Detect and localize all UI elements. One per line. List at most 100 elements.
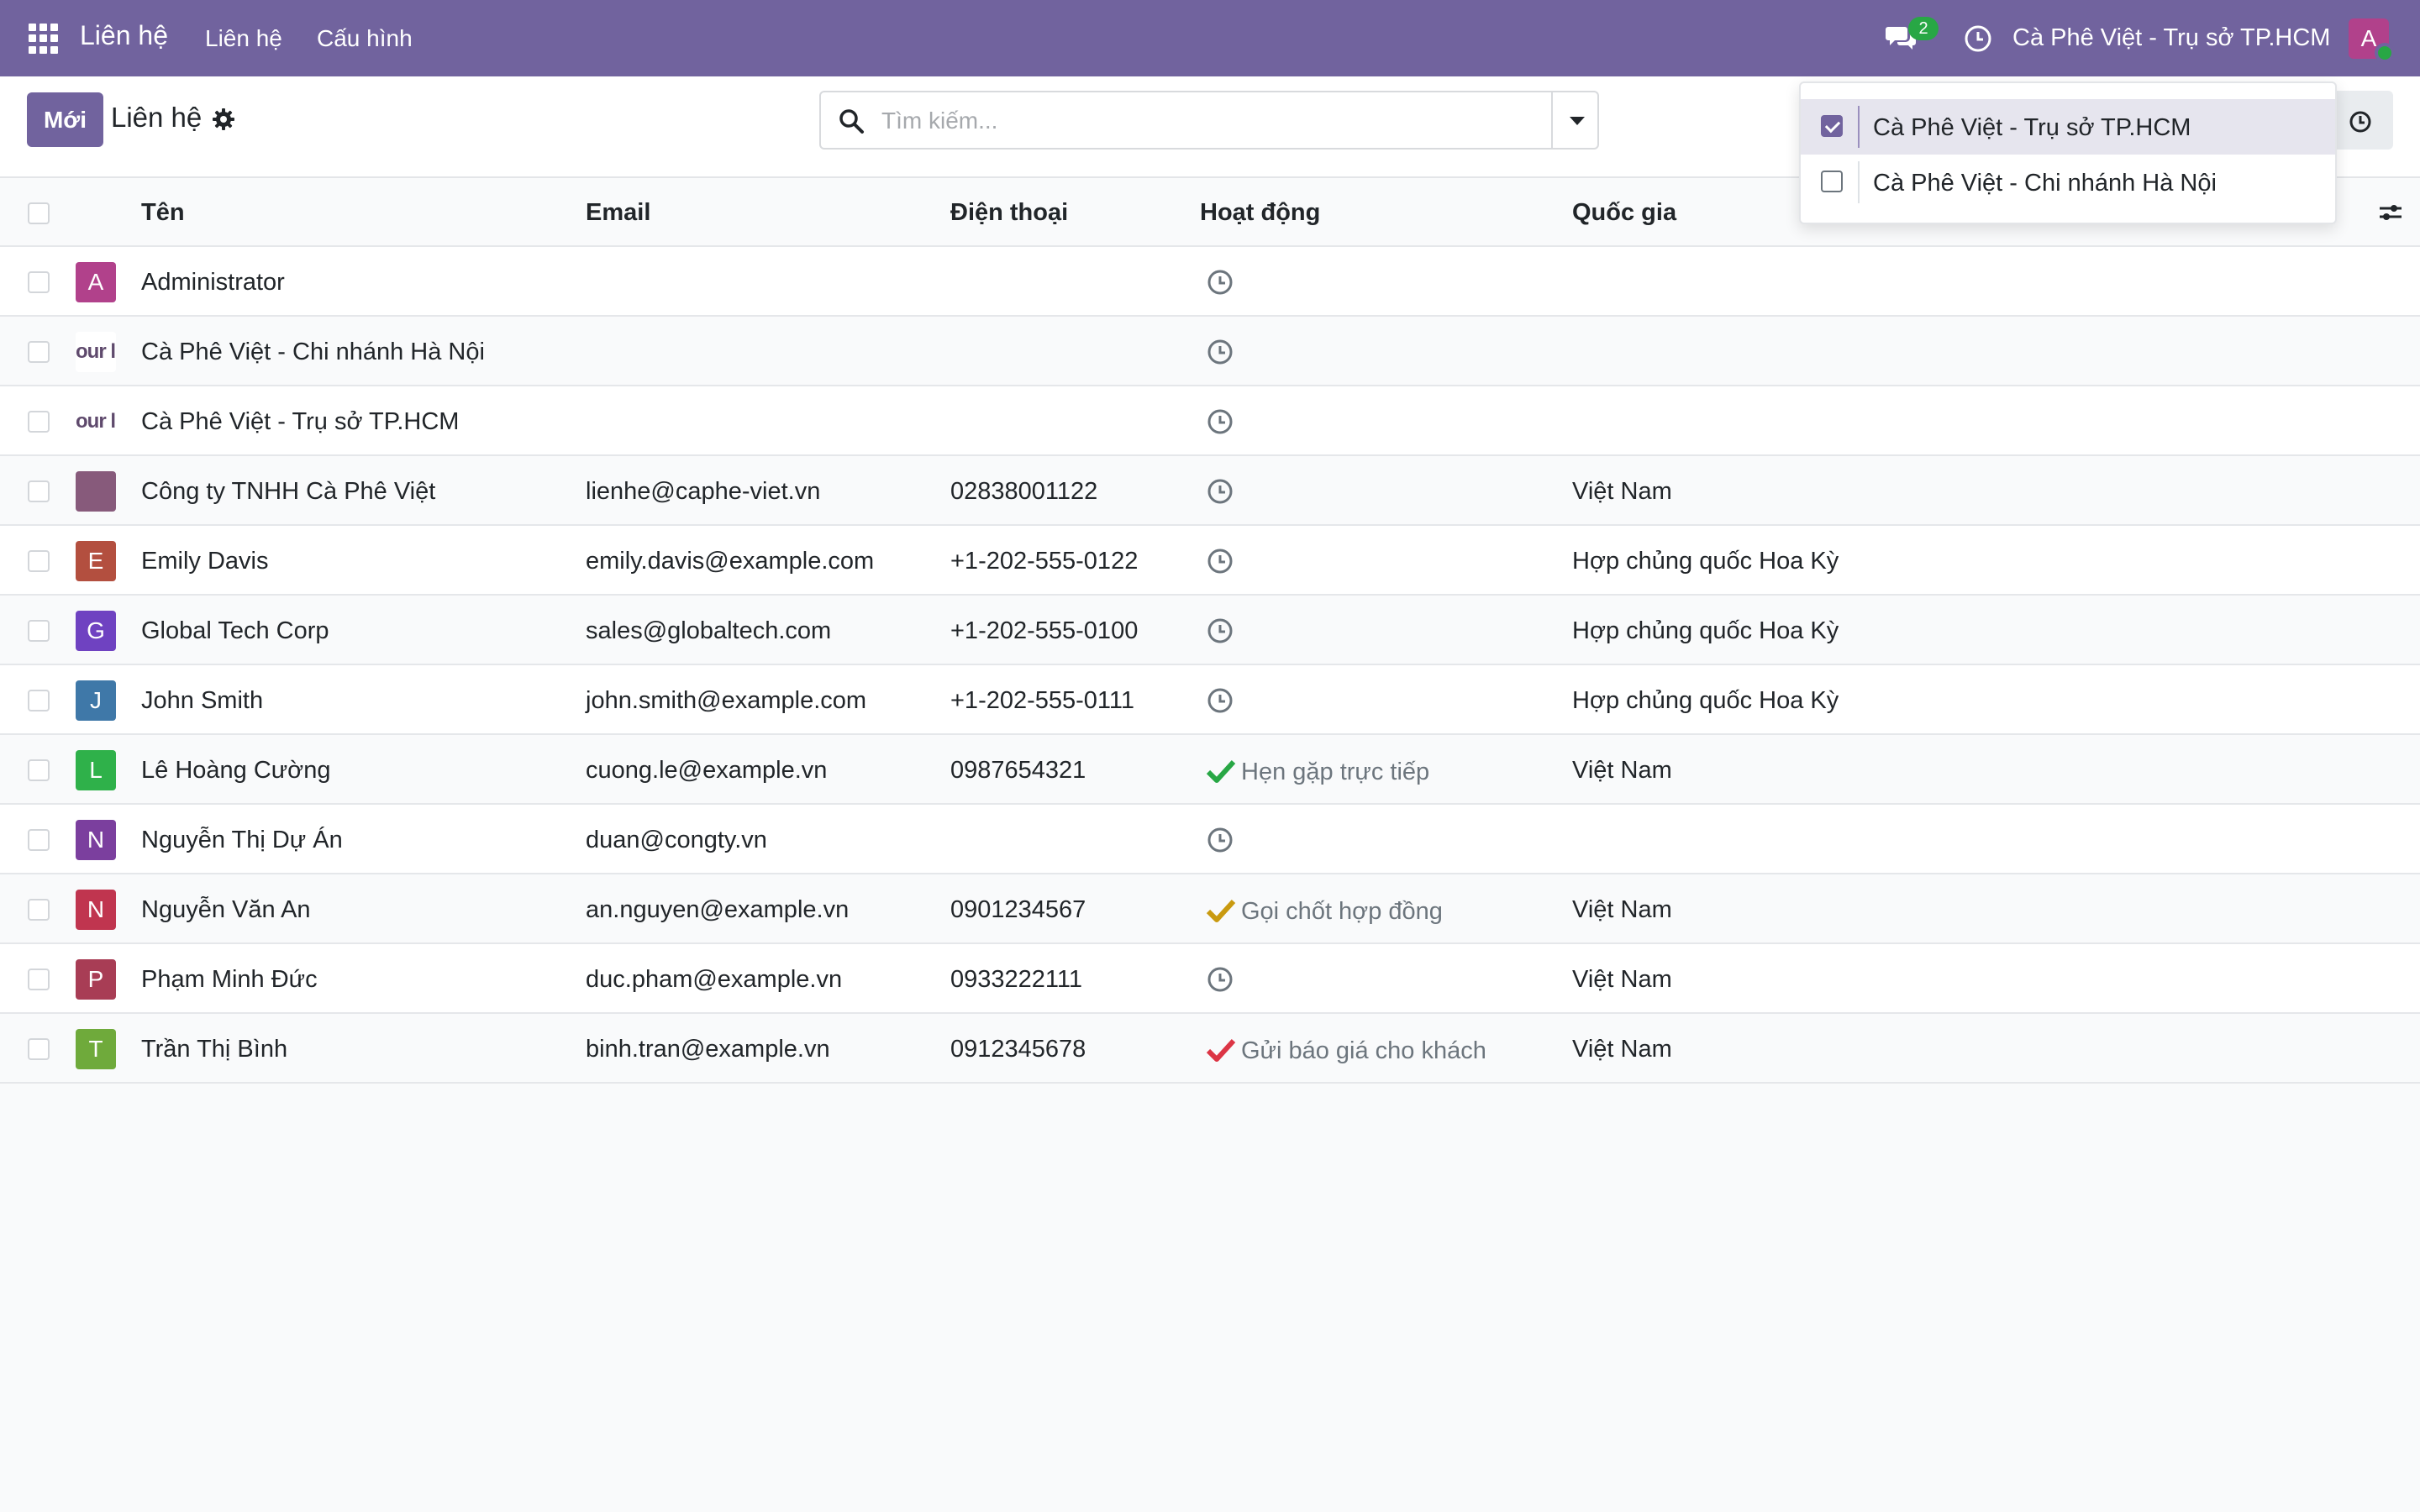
table-row[interactable]: J John Smith john.smith@example.com +1-2… [0,665,2420,735]
search-input[interactable] [881,104,1520,138]
contact-country: Hợp chủng quốc Hoa Kỳ [1572,617,1839,644]
activity-view-button[interactable] [2328,91,2393,150]
column-header-name[interactable]: Tên [141,199,185,227]
row-checkbox[interactable] [28,1038,50,1060]
divider [1858,106,1860,148]
table-row[interactable]: E Emily Davis emily.davis@example.com +1… [0,526,2420,596]
contact-name: Emily Davis [141,548,269,575]
activity-clock-icon[interactable] [1206,477,1234,506]
column-header-country[interactable]: Quốc gia [1572,199,1676,227]
column-header-phone[interactable]: Điện thoại [950,199,1068,227]
table-row[interactable]: G Global Tech Corp sales@globaltech.com … [0,596,2420,665]
contact-email: emily.davis@example.com [586,548,875,575]
contact-country: Việt Nam [1572,757,1672,784]
contact-email: binh.tran@example.vn [586,1036,830,1063]
company-switcher[interactable]: Cà Phê Việt - Trụ sở TP.HCM [2012,24,2330,52]
activity-clock-icon[interactable] [1963,24,1993,54]
search-options-toggle[interactable] [1551,92,1599,148]
table-row[interactable]: N Nguyễn Văn An an.nguyen@example.vn 090… [0,874,2420,944]
row-checkbox[interactable] [28,271,50,293]
search-bar [819,91,1599,150]
contact-phone: +1-202-555-0122 [950,548,1139,575]
company-checkbox-hanoi[interactable] [1821,171,1843,192]
avatar: N [76,820,116,860]
top-navbar: Liên hệ Liên hệ Cấu hình 2 Cà Phê Việt -… [0,0,2420,76]
table-row[interactable]: T Trần Thị Bình binh.tran@example.vn 091… [0,1014,2420,1084]
contact-name: Administrator [141,269,285,296]
app-name[interactable]: Liên hệ [80,20,168,51]
row-checkbox[interactable] [28,899,50,921]
activity-summary[interactable]: Gọi chốt hợp đồng [1241,898,1443,926]
activity-clock-icon[interactable] [1206,617,1234,645]
contact-email: an.nguyen@example.vn [586,896,850,923]
contact-email: duan@congty.vn [586,827,767,853]
contact-name: John Smith [141,687,264,714]
activity-clock-icon[interactable] [1206,268,1234,297]
table-row[interactable]: A Administrator [0,247,2420,317]
contact-country: Việt Nam [1572,1036,1672,1063]
table-row[interactable]: our l Cà Phê Việt - Chi nhánh Hà Nội [0,317,2420,386]
activity-summary[interactable]: Hẹn gặp trực tiếp [1241,759,1429,786]
activity-clock-icon[interactable] [1206,338,1234,366]
avatar [76,471,116,512]
contact-name: Công ty TNHH Cà Phê Việt [141,478,436,505]
contact-country: Việt Nam [1572,478,1672,505]
optional-columns-icon[interactable] [2378,200,2403,225]
contact-name: Cà Phê Việt - Chi nhánh Hà Nội [141,339,485,365]
menu-configuration[interactable]: Cấu hình [317,25,413,52]
contact-name: Nguyễn Thị Dự Án [141,827,343,853]
table-row[interactable]: our l Cà Phê Việt - Trụ sở TP.HCM [0,386,2420,456]
table-row[interactable]: L Lê Hoàng Cường cuong.le@example.vn 098… [0,735,2420,805]
activity-check-icon[interactable] [1206,758,1236,785]
activity-check-icon[interactable] [1206,897,1236,924]
contact-name: Phạm Minh Đức [141,966,318,993]
page-title: Liên hệ [111,102,203,133]
table-row[interactable]: N Nguyễn Thị Dự Án duan@congty.vn [0,805,2420,874]
select-all-checkbox[interactable] [28,202,50,224]
activity-clock-icon[interactable] [1206,826,1234,854]
row-checkbox[interactable] [28,620,50,642]
row-checkbox[interactable] [28,480,50,502]
company-dropdown: Cà Phê Việt - Trụ sở TP.HCM Cà Phê Việt … [1799,81,2337,224]
contact-country: Việt Nam [1572,896,1672,923]
row-checkbox[interactable] [28,829,50,851]
contact-country: Hợp chủng quốc Hoa Kỳ [1572,687,1839,714]
contact-name: Cà Phê Việt - Trụ sở TP.HCM [141,408,460,435]
contact-phone: 02838001122 [950,478,1098,505]
activity-clock-icon[interactable] [1206,965,1234,994]
activity-clock-icon[interactable] [1206,547,1234,575]
row-checkbox[interactable] [28,411,50,433]
avatar: G [76,611,116,651]
activity-summary[interactable]: Gửi báo giá cho khách [1241,1037,1486,1065]
row-checkbox[interactable] [28,759,50,781]
avatar: L [76,750,116,790]
menu-contacts[interactable]: Liên hệ [205,25,282,52]
activity-view-clock-icon [2349,111,2371,133]
row-checkbox[interactable] [28,550,50,572]
app-menu-grid-icon[interactable] [29,24,59,54]
activity-clock-icon[interactable] [1206,407,1234,436]
column-header-email[interactable]: Email [586,199,650,227]
company-option-hanoi[interactable]: Cà Phê Việt - Chi nhánh Hà Nội [1801,155,2335,210]
avatar: P [76,959,116,1000]
contact-email: cuong.le@example.vn [586,757,828,784]
gear-icon[interactable] [212,108,235,131]
activity-clock-icon[interactable] [1206,686,1234,715]
contact-phone: 0987654321 [950,757,1086,784]
contact-country: Việt Nam [1572,966,1672,993]
avatar: J [76,680,116,721]
activity-check-icon[interactable] [1206,1037,1236,1063]
row-checkbox[interactable] [28,690,50,711]
row-checkbox[interactable] [28,341,50,363]
search-icon [839,109,864,134]
chat-count-badge: 2 [1908,17,1939,40]
column-header-activity[interactable]: Hoạt động [1200,199,1320,227]
contact-phone: +1-202-555-0100 [950,617,1139,644]
table-row[interactable]: Công ty TNHH Cà Phê Việt lienhe@caphe-vi… [0,456,2420,526]
company-option-hcm[interactable]: Cà Phê Việt - Trụ sở TP.HCM [1801,99,2335,155]
company-checkbox-hcm[interactable] [1821,115,1843,137]
contact-email: sales@globaltech.com [586,617,832,644]
table-row[interactable]: P Phạm Minh Đức duc.pham@example.vn 0933… [0,944,2420,1014]
row-checkbox[interactable] [28,969,50,990]
new-button[interactable]: Mới [27,92,103,147]
